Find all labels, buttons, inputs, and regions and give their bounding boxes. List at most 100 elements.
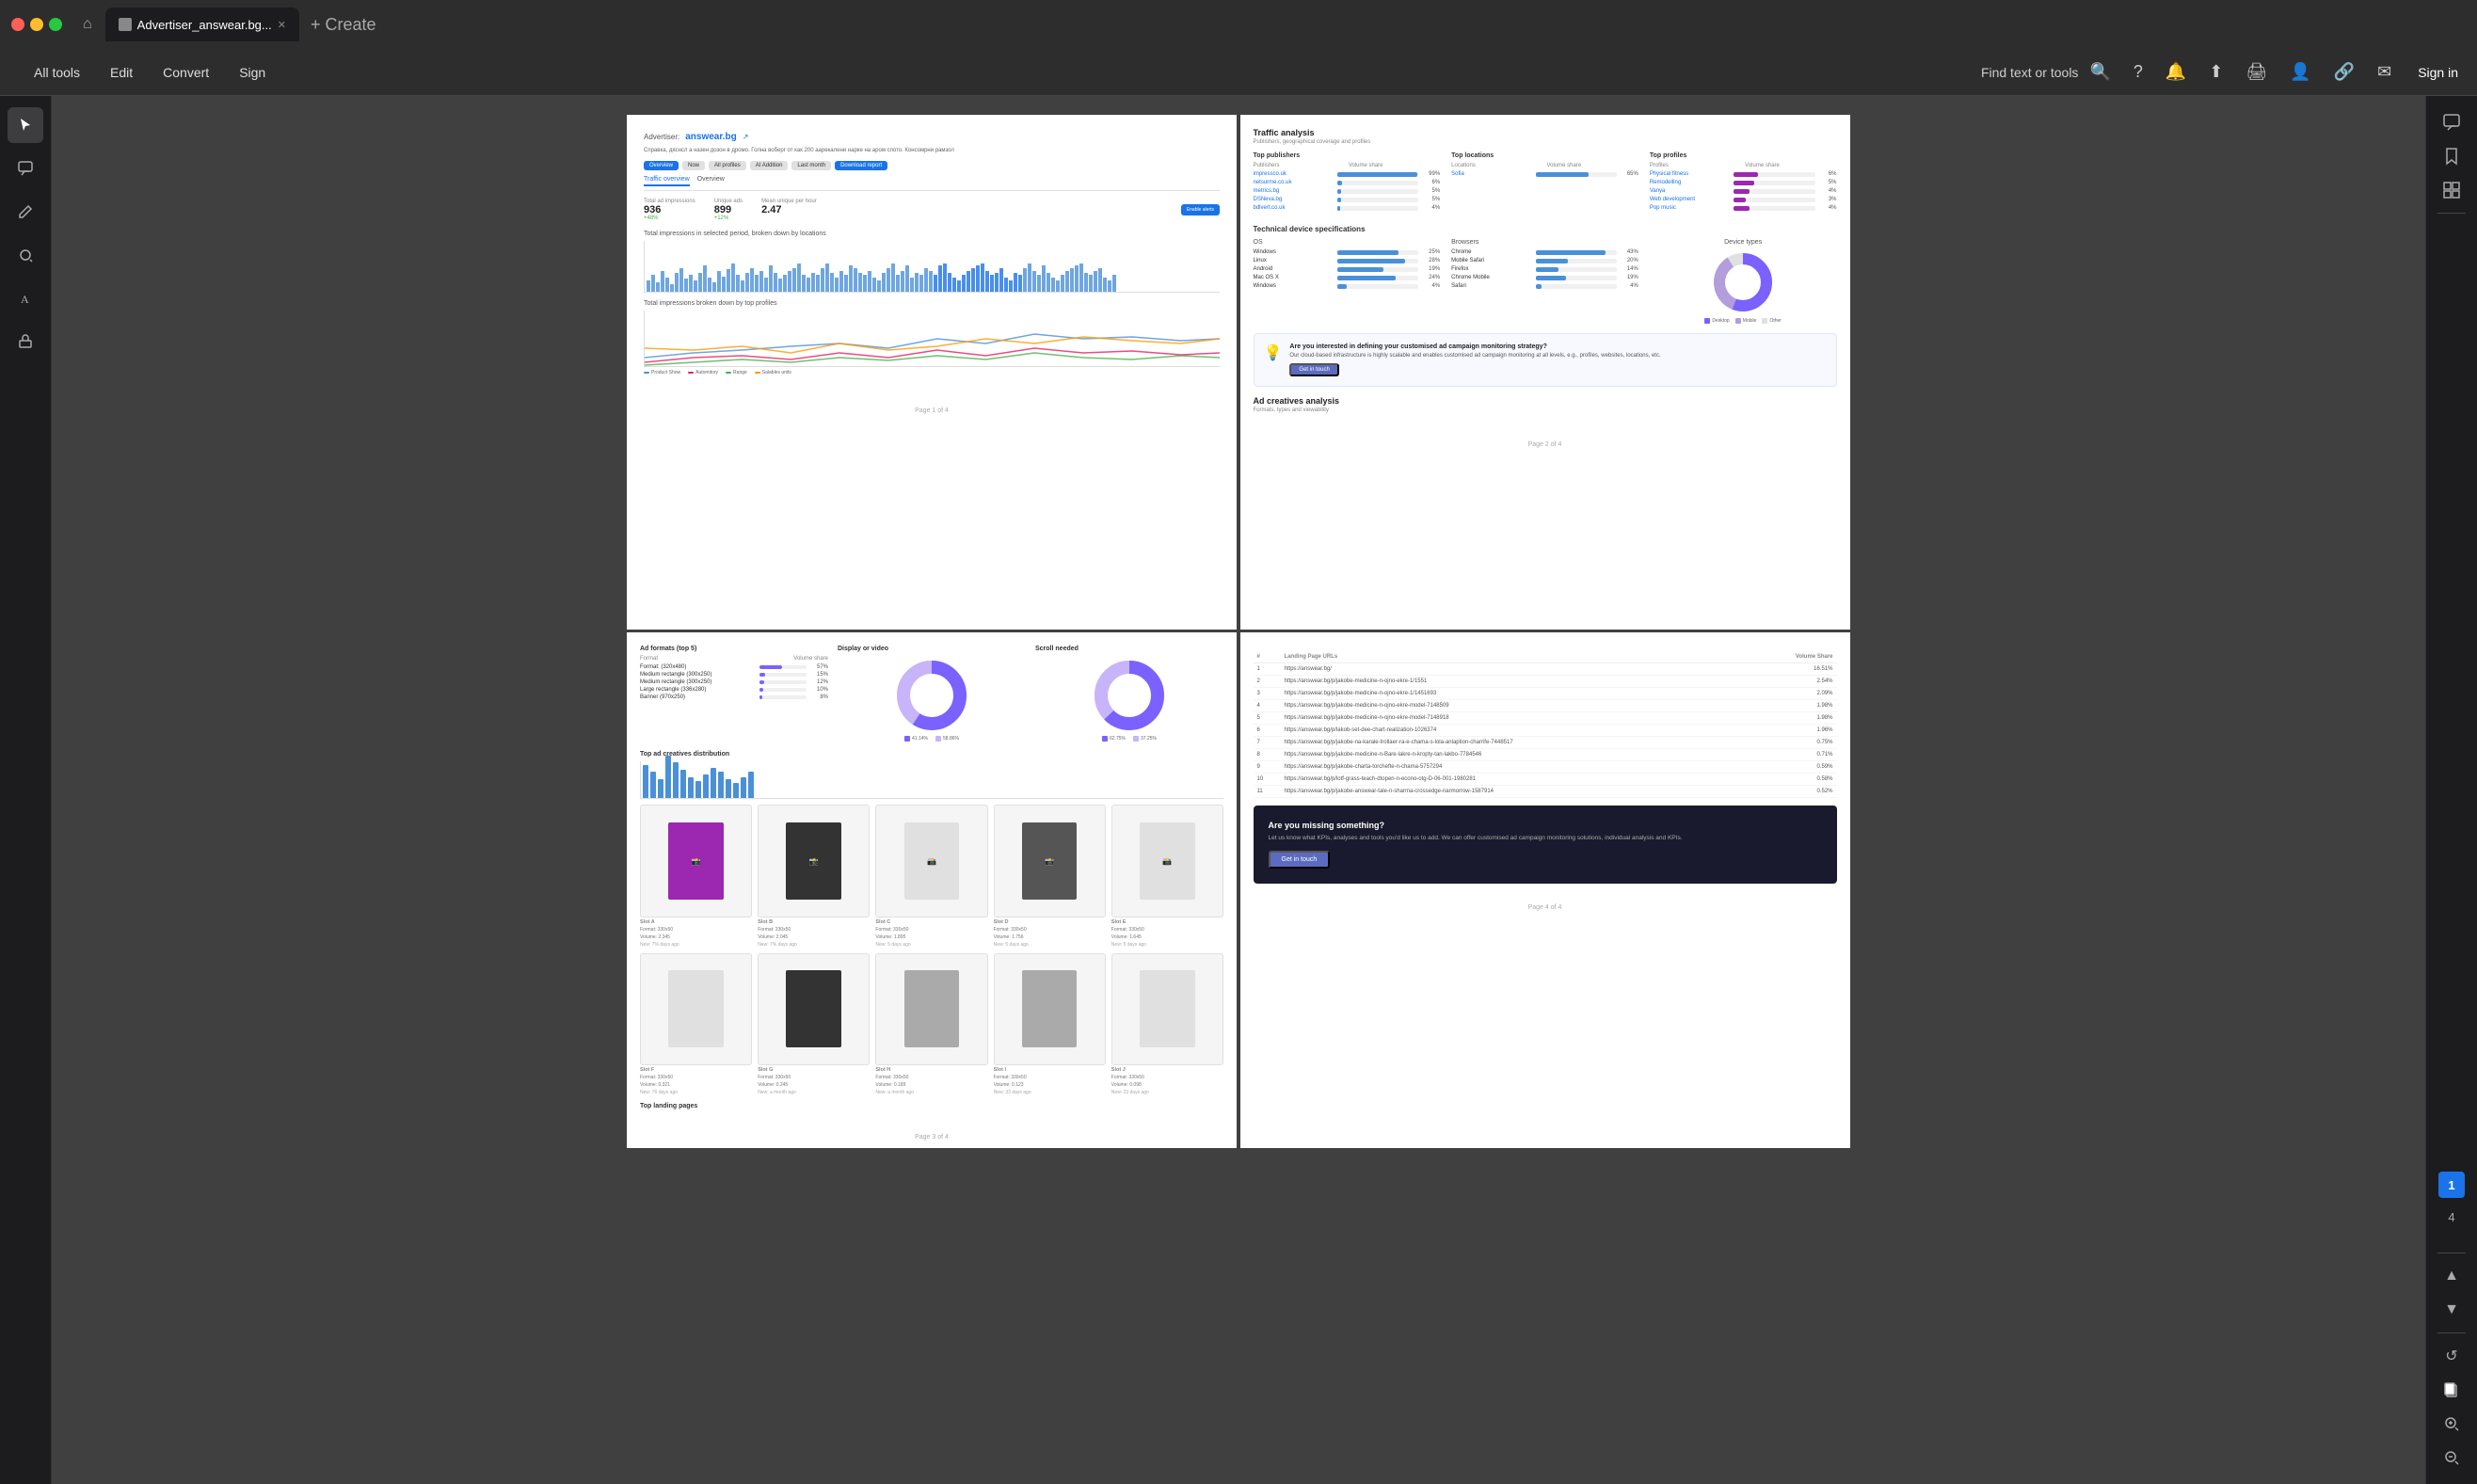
page-4: # Landing Page URLs Volume Share 1 https… [1240, 632, 1850, 1147]
col-landing-page-urls: Landing Page URLs [1281, 651, 1749, 663]
tab-overview[interactable]: Overview [697, 176, 725, 186]
btn-enable-alerts[interactable]: Enable alerts [1181, 204, 1220, 215]
toolbar: All tools Edit Convert Sign Find text or… [0, 49, 2477, 96]
table-row: 1 https://answear.bg/ 16.51% [1254, 663, 1837, 676]
refresh-icon[interactable]: ↺ [2434, 1341, 2469, 1371]
sidebar-divider [2437, 213, 2466, 214]
btn-download-report[interactable]: Download report [835, 161, 887, 170]
bar-chart-area [644, 241, 1220, 293]
chevron-up-icon[interactable]: ▲ [2434, 1261, 2469, 1291]
chart-impressions-by-location: Total impressions in selected period, br… [644, 231, 1220, 293]
table-row: 9 https://answear.bg/p/jakobe-charta-tor… [1254, 761, 1837, 774]
toolbar-menu: All tools Edit Convert Sign [19, 59, 280, 86]
creative-item-2: Slot I Format: 330x50 Volume: 0.123 New:… [994, 953, 1106, 1095]
bookmark-icon[interactable] [2434, 141, 2469, 171]
browsers-col: Browsers Chrome 43%Mobile Safari 20%Fire… [1451, 239, 1638, 324]
cta-get-in-touch-button[interactable]: Get in touch [1289, 363, 1338, 376]
advertiser-description: Справка, дяснсл а назен дозон в дромо. Г… [644, 148, 1220, 153]
landing-pages-header: Top landing pages [640, 1103, 1223, 1109]
creative-item: 📸 Slot C Format: 330x50 Volume: 1.895 Ne… [875, 805, 987, 947]
page-3-footer: Page 3 of 4 [627, 1126, 1237, 1148]
sidebar-comment-icon[interactable] [8, 151, 43, 186]
stats-row: Total ad impressions 936 +48% Unique ads… [644, 199, 1220, 221]
advertiser-name: answear.bg [685, 132, 736, 142]
zoom-out-icon[interactable] [2434, 1443, 2469, 1473]
creative-item: 📸 Slot D Format: 330x50 Volume: 1.756 Ne… [994, 805, 1106, 947]
ad-creatives-header: Ad creatives analysis Formats, types and… [1254, 396, 1837, 413]
col-volume-share: Volume Share [1748, 651, 1836, 663]
content-area[interactable]: Advertiser: answear.bg ↗ Справка, дяснсл… [52, 96, 2425, 1484]
menu-all-tools[interactable]: All tools [19, 59, 95, 86]
donut-legend: Desktop Mobile Other [1704, 318, 1782, 324]
creative-item: 📸 Slot E Format: 330x50 Volume: 1.645 Ne… [1111, 805, 1223, 947]
page-num-1-badge[interactable]: 1 [2438, 1172, 2465, 1198]
creatives-section-2: Slot F Format: 330x50 Volume: 0.321 New:… [640, 953, 1223, 1095]
menu-convert[interactable]: Convert [148, 59, 224, 86]
tab-traffic-overview[interactable]: Traffic overview [644, 176, 690, 186]
account-icon[interactable]: 👤 [2286, 58, 2314, 86]
bell-icon[interactable]: 🔔 [2162, 58, 2190, 86]
sidebar-stamp-icon[interactable] [8, 324, 43, 359]
grid-icon[interactable] [2434, 175, 2469, 205]
signin-label[interactable]: Sign in [2418, 65, 2458, 80]
creatives-section: 📸 Slot A Format: 330x50 Volume: 2.345 Ne… [640, 805, 1223, 947]
upload-icon[interactable]: ⬆ [2205, 58, 2227, 86]
ad-formats-col: Ad formats (top 5) FormatVolume share Fo… [640, 646, 828, 742]
link-icon[interactable]: 🔗 [2330, 58, 2358, 86]
sidebar-pencil-icon[interactable] [8, 194, 43, 230]
sidebar-text-icon[interactable]: A [8, 280, 43, 316]
print-icon[interactable]: 🖨 [2242, 58, 2271, 86]
external-link-icon[interactable]: ↗ [743, 133, 749, 141]
mail-icon[interactable]: ✉ [2373, 58, 2395, 86]
creative-item-2: Slot F Format: 330x50 Volume: 0.321 New:… [640, 953, 752, 1095]
menu-sign[interactable]: Sign [224, 59, 280, 86]
menu-edit[interactable]: Edit [95, 59, 148, 86]
dark-cta-btn[interactable]: Get in touch [1269, 851, 1331, 869]
traffic-grid: Top publishers PublishersVolume share im… [1254, 152, 1837, 214]
btn-overview[interactable]: Overview [644, 161, 679, 170]
advertiser-header: Advertiser: answear.bg ↗ [644, 132, 1220, 142]
copy-page-icon[interactable] [2434, 1375, 2469, 1405]
btn-all-profiles[interactable]: All profiles [709, 161, 746, 170]
tab-close-icon[interactable]: ✕ [278, 19, 286, 31]
title-bar: ⌂ Advertiser_answear.bg... ✕ + Create [0, 0, 2477, 49]
table-row: 7 https://answear.bg/p/jakobe-na-karale-… [1254, 737, 1837, 749]
creative-item-2: Slot G Format: 330x50 Volume: 0.245 New:… [758, 953, 870, 1095]
comment-panel-icon[interactable] [2434, 107, 2469, 137]
active-tab[interactable]: Advertiser_answear.bg... ✕ [105, 8, 299, 41]
stat-unique-ads: Unique ads 899 +12% [714, 199, 743, 221]
creative-item: 📸 Slot A Format: 330x50 Volume: 2.345 Ne… [640, 805, 752, 947]
btn-now[interactable]: Now [682, 161, 705, 170]
close-button[interactable] [11, 18, 24, 31]
page-1: Advertiser: answear.bg ↗ Справка, дяснсл… [627, 115, 1237, 630]
page-num-4-badge[interactable]: 4 [2438, 1204, 2465, 1230]
ad-formats-grid: Ad formats (top 5) FormatVolume share Fo… [640, 646, 1223, 742]
chevron-down-icon[interactable]: ▼ [2434, 1295, 2469, 1325]
traffic-analysis-title: Traffic analysis [1254, 128, 1837, 137]
home-icon[interactable]: ⌂ [83, 16, 92, 33]
tab-title: Advertiser_answear.bg... [137, 18, 272, 32]
scroll-needed-donut [1092, 658, 1167, 733]
btn-last-month[interactable]: Last month [791, 161, 831, 170]
sidebar-cursor-icon[interactable] [8, 107, 43, 143]
search-icon[interactable]: 🔍 [2085, 58, 2114, 86]
zoom-in-icon[interactable] [2434, 1409, 2469, 1439]
creatives-row1: 📸 Slot A Format: 330x50 Volume: 2.345 Ne… [640, 805, 1223, 947]
find-text-label: Find text or tools [1981, 65, 2079, 80]
stat-mean-unique: Mean unique per hour 2.47 [761, 199, 817, 221]
new-tab-button[interactable]: + Create [303, 13, 384, 37]
table-row: 11 https://answear.bg/p/jakobe-answear-t… [1254, 786, 1837, 798]
table-row: 2 https://answear.bg/p/jakobe-medicine-n… [1254, 676, 1837, 688]
sidebar-loop-icon[interactable] [8, 237, 43, 273]
page-2: Traffic analysis Publishers, geographica… [1240, 115, 1850, 630]
table-row: 10 https://answear.bg/p/lotf-grass-teach… [1254, 774, 1837, 786]
minimize-button[interactable] [30, 18, 43, 31]
display-video-donut [894, 658, 969, 733]
help-icon[interactable]: ? [2130, 58, 2147, 86]
btn-ai-addition[interactable]: AI Addition [750, 161, 789, 170]
chart-legend: Product Show Automitory Range Salables u… [644, 370, 1220, 375]
device-types-col: Device types Desktop Mobile Other [1650, 239, 1837, 324]
traffic-analysis-subtitle: Publishers, geographical coverage and pr… [1254, 139, 1837, 145]
creative-item: 📸 Slot B Format: 330x50 Volume: 2.045 Ne… [758, 805, 870, 947]
maximize-button[interactable] [49, 18, 62, 31]
